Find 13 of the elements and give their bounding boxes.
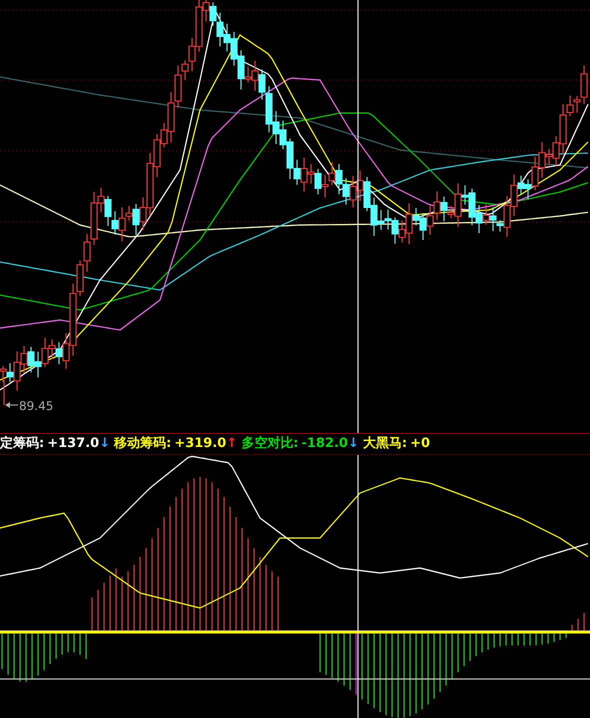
indicator-label: 定筹码: <box>0 434 44 453</box>
indicator-value: +0 <box>410 435 430 453</box>
trend-arrow: ↓ <box>99 435 110 453</box>
indicator-value: +137.0 <box>47 435 100 453</box>
price-label: 89.45 <box>19 399 54 413</box>
arrow-icon <box>5 402 18 408</box>
indicator-label: 多空对比: <box>241 434 298 453</box>
indicator-label: 大黑马: <box>362 435 408 453</box>
trend-arrow: ↓ <box>348 435 359 453</box>
trend-arrow: ↑ <box>226 435 238 453</box>
indicator-label: 移动筹码: <box>114 435 172 453</box>
indicator-value: -182.0 <box>301 435 348 453</box>
indicator-value: +319.0 <box>174 435 226 453</box>
